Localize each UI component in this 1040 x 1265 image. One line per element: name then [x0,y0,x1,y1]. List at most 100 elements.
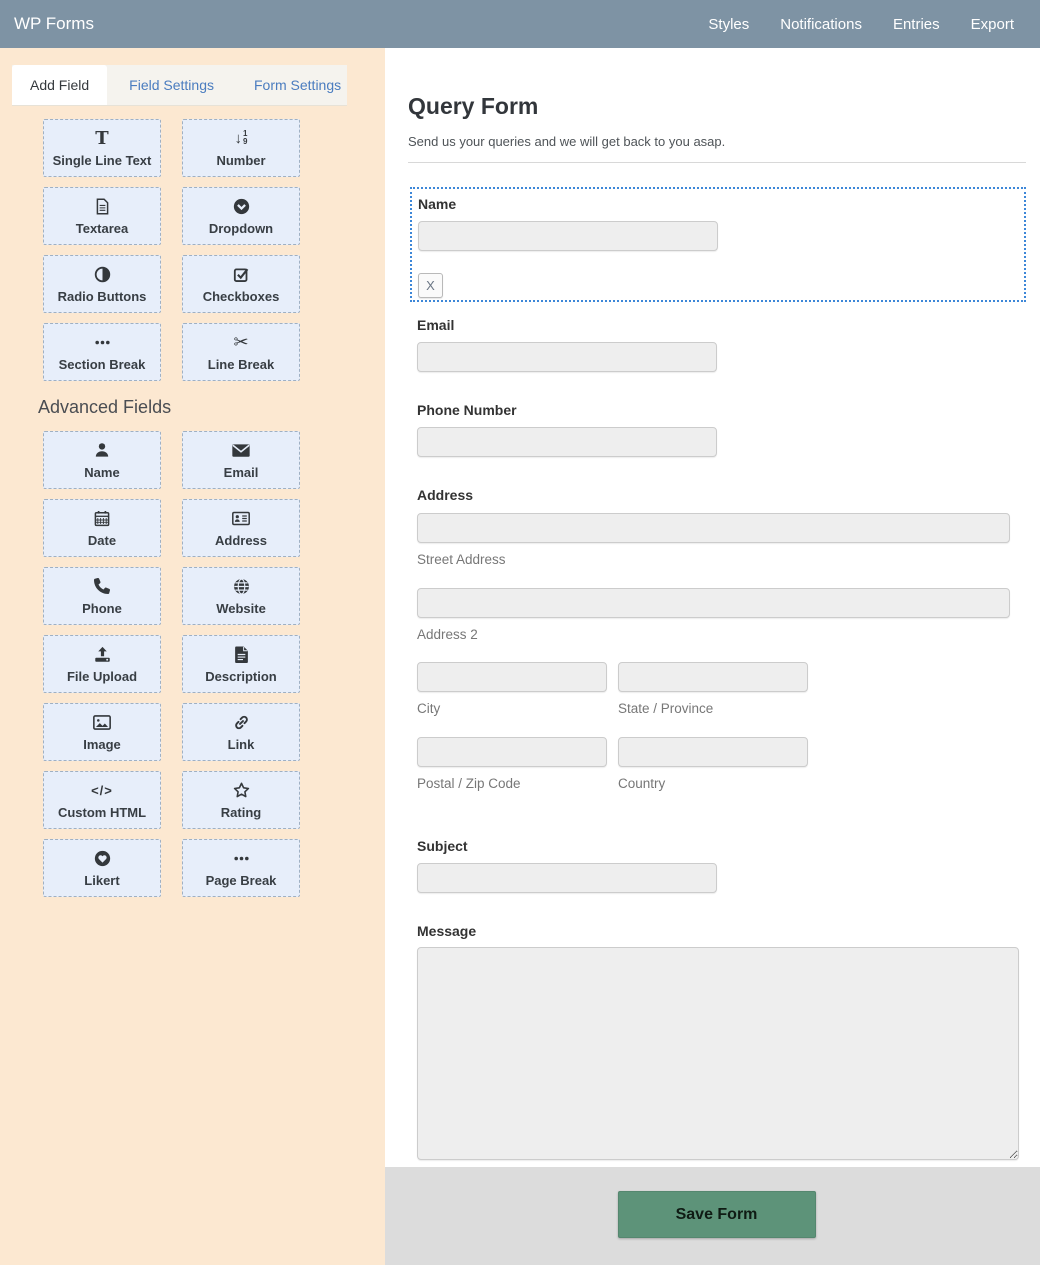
form-title: Query Form [408,93,1026,120]
field-label-phone: Phone Number [417,402,1026,418]
radio-icon [94,265,111,284]
sidebar: Add Field Field Settings Form Settings T… [0,48,385,1265]
nav-export[interactable]: Export [971,16,1014,33]
field-button-number[interactable]: ↓19 Number [182,119,300,177]
field-button-label: Phone [82,601,122,616]
star-icon [233,781,250,800]
field-button-likert[interactable]: Likert [43,839,161,897]
field-label-message: Message [417,923,1026,939]
single-line-text-icon: T [95,129,108,148]
dropdown-icon [233,197,250,216]
field-button-label: Link [228,737,255,752]
field-button-label: Line Break [208,357,274,372]
field-button-label: Section Break [59,357,146,372]
link-icon [233,713,250,732]
field-button-section-break[interactable]: Section Break [43,323,161,381]
field-button-label: Checkboxes [203,289,280,304]
divider [408,162,1026,163]
field-label-subject: Subject [417,838,1026,854]
field-button-custom-html[interactable]: </> Custom HTML [43,771,161,829]
field-button-label: Custom HTML [58,805,146,820]
basic-fields-grid: T Single Line Text ↓19 Number Textarea D [43,119,385,381]
field-button-line-break[interactable]: ✂ Line Break [182,323,300,381]
address2-input[interactable] [417,588,1010,618]
sidebar-tabs: Add Field Field Settings Form Settings [12,65,347,106]
field-button-label: Website [216,601,266,616]
delete-field-button[interactable]: X [418,273,443,298]
field-block-email[interactable]: Email [417,317,1026,372]
field-button-textarea[interactable]: Textarea [43,187,161,245]
field-button-dropdown[interactable]: Dropdown [182,187,300,245]
subject-input[interactable] [417,863,717,893]
field-button-link[interactable]: Link [182,703,300,761]
field-button-label: Textarea [76,221,129,236]
postal-country-row [417,737,1026,767]
tab-form-settings[interactable]: Form Settings [236,65,359,105]
postal-input[interactable] [417,737,607,767]
field-button-label: File Upload [67,669,137,684]
country-input[interactable] [618,737,808,767]
navbar-menu: Styles Notifications Entries Export [708,16,1014,33]
field-button-name[interactable]: Name [43,431,161,489]
field-button-label: Description [205,669,277,684]
field-block-address[interactable]: Address Street Address Address 2 City St… [417,487,1026,791]
sublabel-address2: Address 2 [417,627,1026,642]
field-button-label: Page Break [206,873,277,888]
app-window: WP Forms Styles Notifications Entries Ex… [0,0,1040,1265]
envelope-icon [232,441,250,460]
email-input[interactable] [417,342,717,372]
field-button-label: Single Line Text [53,153,152,168]
number-sort-icon: ↓19 [235,129,248,148]
field-label-name: Name [418,196,1018,212]
city-state-labels: City State / Province [417,701,1026,716]
field-button-date[interactable]: Date [43,499,161,557]
field-button-website[interactable]: Website [182,567,300,625]
field-block-subject[interactable]: Subject [417,838,1026,893]
field-block-phone[interactable]: Phone Number [417,402,1026,457]
field-button-label: Likert [84,873,119,888]
field-button-phone[interactable]: Phone [43,567,161,625]
city-input[interactable] [417,662,607,692]
field-button-image[interactable]: Image [43,703,161,761]
calendar-icon [94,509,110,528]
textarea-icon [94,197,111,216]
advanced-fields-heading: Advanced Fields [38,397,385,418]
message-textarea[interactable] [417,947,1019,1160]
code-icon: </> [91,781,113,800]
nav-notifications[interactable]: Notifications [780,16,862,33]
tab-add-field[interactable]: Add Field [12,65,107,105]
save-form-button[interactable]: Save Form [618,1191,816,1238]
app-title: WP Forms [14,14,94,34]
tab-field-settings[interactable]: Field Settings [111,65,232,105]
checkbox-icon [233,265,250,284]
nav-styles[interactable]: Styles [708,16,749,33]
field-button-checkboxes[interactable]: Checkboxes [182,255,300,313]
ellipsis-icon [94,333,111,352]
phone-input[interactable] [417,427,717,457]
field-button-address[interactable]: Address [182,499,300,557]
field-button-page-break[interactable]: Page Break [182,839,300,897]
field-button-file-upload[interactable]: File Upload [43,635,161,693]
phone-icon [94,577,110,596]
field-button-label: Number [216,153,265,168]
advanced-fields-grid: Name Email Date Address [43,431,385,897]
sublabel-city: City [417,701,607,716]
address-card-icon [232,509,250,528]
nav-entries[interactable]: Entries [893,16,940,33]
save-bar: Save Form [385,1167,1040,1265]
field-button-label: Radio Buttons [58,289,147,304]
street-address-input[interactable] [417,513,1010,543]
field-button-single-line-text[interactable]: T Single Line Text [43,119,161,177]
field-button-email[interactable]: Email [182,431,300,489]
user-icon [94,441,110,460]
image-icon [93,713,111,732]
form-subtitle: Send us your queries and we will get bac… [408,134,1026,149]
field-block-message[interactable]: Message [417,923,1026,1165]
state-input[interactable] [618,662,808,692]
selected-field-name[interactable]: Name X [410,187,1026,302]
name-input[interactable] [418,221,718,251]
field-button-radio-buttons[interactable]: Radio Buttons [43,255,161,313]
field-button-rating[interactable]: Rating [182,771,300,829]
field-button-description[interactable]: Description [182,635,300,693]
form-canvas: Query Form Send us your queries and we w… [385,48,1040,1167]
